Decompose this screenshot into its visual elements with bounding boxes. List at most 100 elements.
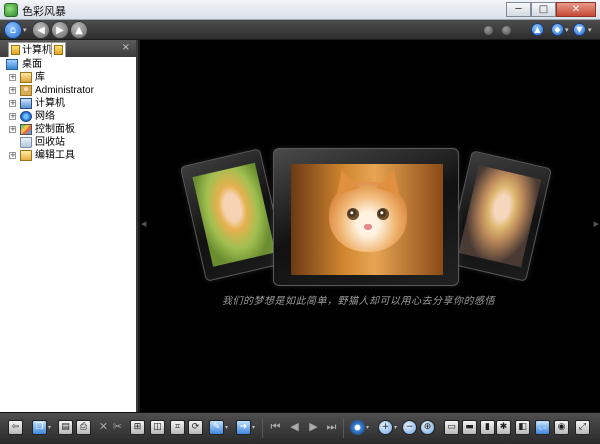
- tree-item-label: 网络: [35, 111, 55, 122]
- info-button[interactable]: ◉: [554, 420, 569, 435]
- rotate-right-button[interactable]: ◆: [551, 23, 564, 36]
- status-dot-icon: [502, 26, 511, 35]
- expand-toggle[interactable]: +: [9, 87, 16, 94]
- next-image-button[interactable]: ▼: [573, 23, 586, 36]
- tree-item-library[interactable]: + 库: [0, 71, 136, 84]
- expand-toggle[interactable]: +: [9, 126, 16, 133]
- recycle-bin-icon: [20, 137, 32, 148]
- compare-button[interactable]: ◫: [150, 420, 165, 435]
- zoom-out-button[interactable]: −: [402, 420, 417, 435]
- next-image-button[interactable]: ▶: [306, 420, 321, 435]
- control-panel-icon: [20, 124, 32, 135]
- tree-item-computer[interactable]: + 计算机: [0, 97, 136, 110]
- window-title: 色彩风暴: [22, 6, 66, 18]
- dropdown-caret[interactable]: ▾: [565, 26, 569, 34]
- top-toolbar: ⌂ ▾ ◀ ▶ ▲ ▲ ◆ ▾ ▼ ▾: [0, 20, 600, 40]
- photo-frame-left[interactable]: [179, 148, 287, 282]
- kitten-photo: [291, 164, 443, 275]
- tree-item-label: 控制面板: [35, 124, 75, 135]
- first-image-button[interactable]: ⏮: [268, 420, 283, 435]
- print-button[interactable]: ⎙: [76, 420, 91, 435]
- folder-icon: [20, 150, 32, 161]
- dropdown-caret[interactable]: ▾: [48, 424, 51, 431]
- sidebar-tabbar: 计算机 ×: [0, 40, 136, 57]
- user-folder-icon: [20, 85, 32, 96]
- window-controls: ─ □ ✕: [506, 2, 596, 17]
- app-icon: [4, 3, 18, 17]
- tree-item-desktop[interactable]: 桌面: [0, 58, 136, 71]
- folder-icon: [11, 45, 20, 55]
- cut-button[interactable]: ✂: [110, 420, 125, 435]
- tree-item-label: 计算机: [35, 98, 65, 109]
- tree-item-edit-tools[interactable]: + 编辑工具: [0, 149, 136, 162]
- dropdown-caret[interactable]: ▾: [394, 424, 397, 431]
- forward-button[interactable]: ▶: [51, 21, 69, 39]
- bottom-toolbar: ⇦ ❐ ▾ ▤ ⎙ ✕ ✂ ⊞ ◫ ⌗ ⟳ ✎ ▾ ➜ ▾ ⏮ ◀ ▶ ⏭ ▾ …: [0, 412, 600, 444]
- folder-sidebar: 计算机 × 桌面 + 库 + Administrator + 计算机 + 网络 …: [0, 40, 138, 412]
- dropdown-caret[interactable]: ▾: [366, 424, 369, 431]
- title-bar: 色彩风暴 ─ □ ✕: [0, 0, 600, 20]
- tree-item-administrator[interactable]: + Administrator: [0, 84, 136, 97]
- tree-item-network[interactable]: + 网络: [0, 110, 136, 123]
- fullscreen-button[interactable]: ⛶: [535, 420, 550, 435]
- copy-button[interactable]: ❐: [32, 420, 47, 435]
- layout-button[interactable]: ◧: [515, 420, 530, 435]
- computer-icon: [20, 98, 32, 109]
- tree-item-control-panel[interactable]: + 控制面板: [0, 123, 136, 136]
- close-panel-icon[interactable]: ×: [122, 42, 130, 53]
- back-button[interactable]: ◀: [32, 21, 50, 39]
- dropdown-caret[interactable]: ▾: [225, 424, 228, 431]
- rotate-button[interactable]: ⟳: [188, 420, 203, 435]
- close-button[interactable]: ✕: [556, 2, 596, 17]
- dropdown-caret[interactable]: ▾: [588, 26, 592, 34]
- tools-button[interactable]: ✱: [496, 420, 511, 435]
- girl-photo-thumbnail: [192, 162, 276, 267]
- photo-frame-right[interactable]: [446, 150, 552, 282]
- crop-button[interactable]: ⌗: [170, 420, 185, 435]
- expand-toggle[interactable]: +: [9, 100, 16, 107]
- home-dropdown-caret[interactable]: ▾: [23, 26, 27, 34]
- woman-photo-thumbnail: [458, 165, 542, 268]
- collapse-left-icon[interactable]: ◀: [141, 220, 146, 228]
- maximize-button[interactable]: □: [531, 2, 556, 17]
- tree-item-label: 库: [35, 72, 45, 83]
- tree-item-label: 编辑工具: [35, 150, 75, 161]
- up-button[interactable]: ▲: [70, 21, 88, 39]
- library-icon: [20, 72, 32, 83]
- folder-icon: [54, 45, 63, 55]
- tree-item-label: 桌面: [22, 59, 42, 70]
- expand-toggle[interactable]: +: [9, 113, 16, 120]
- delete-button[interactable]: ✕: [96, 420, 111, 435]
- kitten-face: [329, 166, 407, 252]
- save-button[interactable]: ▤: [58, 420, 73, 435]
- tab-computer[interactable]: 计算机: [8, 42, 56, 57]
- home-icon[interactable]: ⌂: [4, 21, 22, 39]
- edit-button[interactable]: ✎: [209, 420, 224, 435]
- view-mode-2-button[interactable]: ▬: [462, 420, 477, 435]
- send-button[interactable]: ➜: [236, 420, 251, 435]
- minimize-button[interactable]: ─: [506, 2, 531, 17]
- zoom-fit-button[interactable]: ⊕: [420, 420, 435, 435]
- rotate-left-button[interactable]: ▲: [531, 23, 544, 36]
- tab-label: 计算机: [22, 44, 52, 56]
- dropdown-caret[interactable]: ▾: [252, 424, 255, 431]
- previous-image-button[interactable]: ◀: [287, 420, 302, 435]
- photo-caption: 我们的梦想是如此简单，野猫人却可以用心去分享你的感悟: [222, 296, 495, 307]
- back-to-browser-button[interactable]: ⇦: [8, 420, 23, 435]
- tab-favorites[interactable]: [51, 42, 66, 57]
- status-dot-icon: [484, 26, 493, 35]
- collapse-right-icon[interactable]: ▶: [594, 220, 599, 228]
- fit-button[interactable]: ⊞: [130, 420, 145, 435]
- expand-toggle[interactable]: +: [9, 152, 16, 159]
- expand-toggle[interactable]: +: [9, 74, 16, 81]
- view-mode-1-button[interactable]: ▭: [444, 420, 459, 435]
- tree-item-label: Administrator: [35, 85, 94, 96]
- last-image-button[interactable]: ⏭: [324, 420, 339, 435]
- photo-frame-center[interactable]: [273, 148, 459, 286]
- view-mode-3-button[interactable]: ▮: [480, 420, 495, 435]
- tree-item-recycle-bin[interactable]: 回收站: [0, 136, 136, 149]
- image-viewer[interactable]: ◀ ▶ 我们的梦想是如此简单，野猫人却可以用心去分享你的感悟: [140, 40, 600, 412]
- zoom-in-button[interactable]: +: [378, 420, 393, 435]
- exit-fullscreen-button[interactable]: ⤢: [575, 420, 590, 435]
- settings-gear-icon[interactable]: [350, 420, 365, 435]
